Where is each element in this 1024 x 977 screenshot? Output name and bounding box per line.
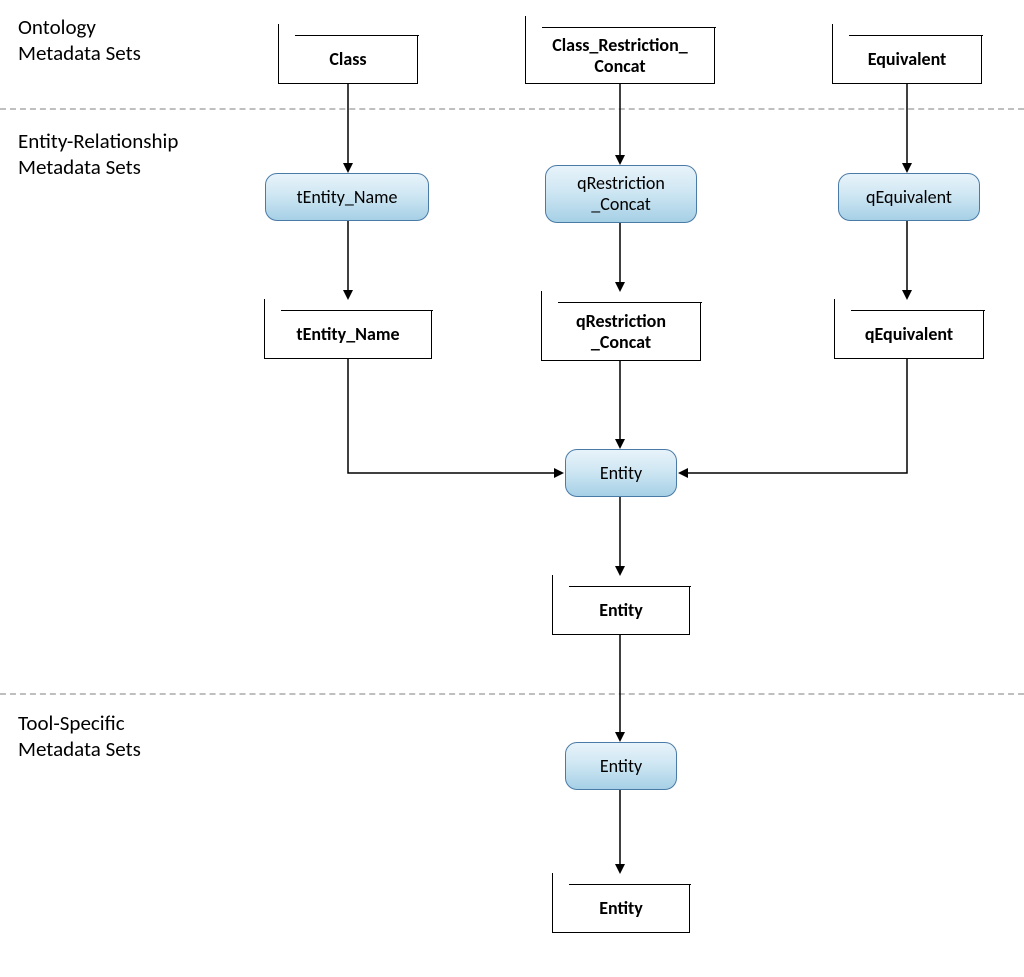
- node-qequivalent: qEquivalent: [838, 173, 980, 221]
- section-label-tool: Tool-Specific Metadata Sets: [18, 710, 141, 763]
- box-class: Class: [278, 36, 418, 84]
- node-tentity-name: tEntity_Name: [265, 173, 429, 221]
- box-entity-mid: Entity: [552, 587, 690, 635]
- box-equivalent: Equivalent: [832, 36, 982, 84]
- box-tentity-name: tEntity_Name: [264, 311, 432, 359]
- diagram-canvas: Ontology Metadata Sets Entity-Relationsh…: [0, 0, 1024, 977]
- divider-2: [0, 693, 1024, 695]
- box-class-restriction-concat: Class_Restriction_ Concat: [525, 28, 715, 84]
- box-qrestriction-concat: qRestriction _Concat: [541, 303, 701, 361]
- node-qrestriction-concat: qRestriction _Concat: [545, 165, 697, 223]
- section-label-ontology: Ontology Metadata Sets: [18, 14, 141, 67]
- section-label-er: Entity-Relationship Metadata Sets: [18, 128, 178, 181]
- node-entity-mid: Entity: [565, 449, 677, 497]
- box-entity-low: Entity: [552, 885, 690, 933]
- node-entity-tool: Entity: [565, 742, 677, 790]
- divider-1: [0, 108, 1024, 110]
- box-qequivalent: qEquivalent: [834, 311, 984, 359]
